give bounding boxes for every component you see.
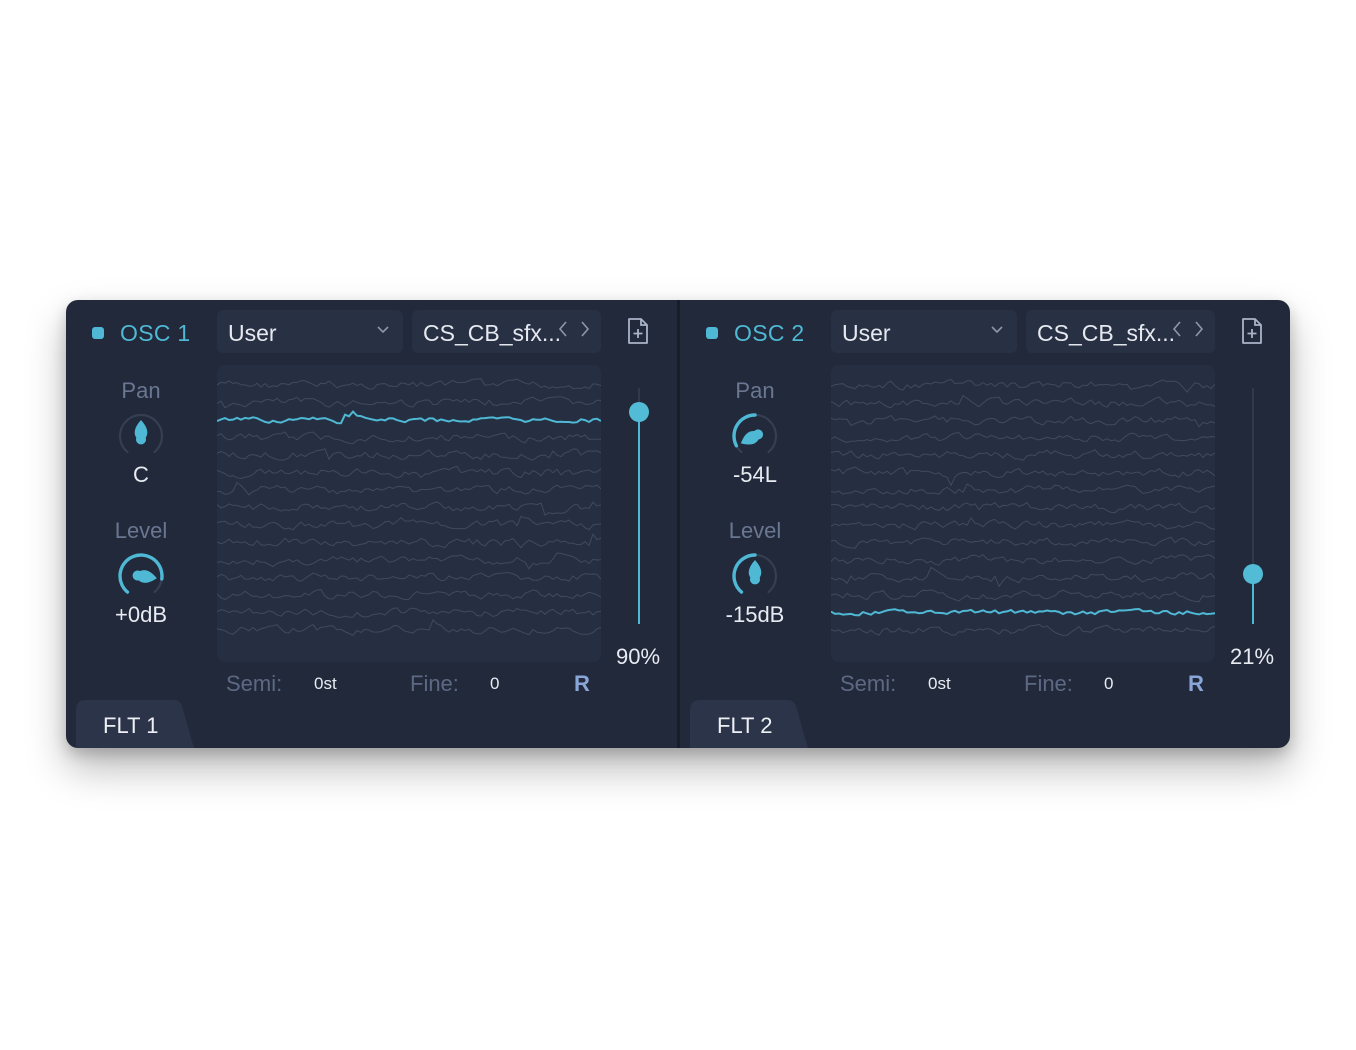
pan-label: Pan	[735, 378, 775, 403]
position-slider-thumb[interactable]	[629, 401, 649, 422]
fine-value[interactable]: 0	[490, 674, 499, 694]
chevron-right-icon	[581, 321, 590, 337]
pan-knob[interactable]	[727, 408, 783, 464]
waveform-frame	[831, 378, 1215, 393]
waveform-frame	[217, 533, 601, 549]
active-waveform-frame	[831, 607, 1215, 617]
tab-label: FLT 2	[717, 713, 773, 738]
wavetable-synth-panel: OSC 1 User CS_CB_sfx... Pan C Level +0dB	[66, 300, 1290, 748]
pan-knob[interactable]	[113, 408, 169, 464]
chevron-down-icon	[377, 326, 389, 334]
semi-label: Semi:	[840, 671, 897, 696]
wavetable-name: CS_CB_sfx...	[1037, 320, 1176, 346]
waveform-frame	[831, 414, 1215, 428]
active-waveform-frame	[217, 410, 601, 425]
power-icon[interactable]	[92, 327, 104, 339]
knob-pointer	[748, 560, 762, 585]
wavetable-type-value: User	[228, 320, 277, 346]
waveform-frame	[217, 589, 601, 601]
fine-value[interactable]: 0	[1104, 674, 1113, 694]
wavetable-type-dropdown[interactable]: User	[217, 310, 403, 353]
waveform-frame	[217, 552, 601, 570]
waveform-frame	[831, 432, 1215, 443]
waveform-frame	[217, 607, 601, 619]
waveform-frame	[217, 515, 601, 531]
fine-label: Fine:	[410, 671, 459, 696]
level-value: +0dB	[115, 602, 167, 627]
position-value: 21%	[1229, 644, 1275, 669]
level-knob[interactable]	[727, 548, 783, 604]
position-slider-thumb[interactable]	[1243, 564, 1263, 585]
level-knob[interactable]	[113, 548, 169, 604]
waveform-frame	[831, 483, 1215, 495]
waveform-frames	[217, 378, 601, 636]
wavetable-select-dropdown[interactable]: CS_CB_sfx...	[412, 310, 601, 353]
osc-title: OSC 2	[734, 320, 805, 346]
reset-button[interactable]: R	[574, 671, 590, 697]
add-file-icon[interactable]	[1240, 317, 1264, 345]
wavetable-nav-arrows[interactable]	[1171, 318, 1205, 340]
chevron-right-icon	[1195, 321, 1204, 337]
tab-filter[interactable]: FLT 1	[76, 700, 194, 748]
semi-value[interactable]: 0st	[928, 674, 951, 694]
waveform-frame	[831, 623, 1215, 636]
osc-2-section: OSC 2 User CS_CB_sfx... Pan -54L Level -…	[680, 300, 1290, 748]
osc-1-section: OSC 1 User CS_CB_sfx... Pan C Level +0dB	[66, 300, 680, 748]
knob-pointer	[740, 429, 764, 445]
osc-title: OSC 1	[120, 320, 191, 346]
wavetable-select-dropdown[interactable]: CS_CB_sfx...	[1026, 310, 1215, 353]
waveform-frame	[217, 572, 601, 582]
add-file-icon[interactable]	[626, 317, 650, 345]
wavetable-name: CS_CB_sfx...	[423, 320, 562, 346]
level-value: -15dB	[725, 602, 785, 627]
chevron-left-icon	[558, 321, 567, 337]
knob-pointer	[134, 420, 148, 445]
waveform-frame	[831, 566, 1215, 588]
wavetable-nav-arrows[interactable]	[557, 318, 591, 340]
chevron-left-icon	[1172, 321, 1181, 337]
waveform-frames	[831, 378, 1215, 636]
semi-value[interactable]: 0st	[314, 674, 337, 694]
waveform-frame	[831, 554, 1215, 566]
waveform-frame	[217, 481, 601, 496]
wavetable-display[interactable]	[831, 365, 1215, 662]
pan-value: -54L	[732, 462, 778, 487]
waveform-frame	[217, 378, 601, 390]
wavetable-type-dropdown[interactable]: User	[831, 310, 1017, 353]
level-label: Level	[728, 518, 782, 543]
waveform-frame	[831, 502, 1215, 514]
waveform-frame	[217, 619, 601, 636]
wavetable-display[interactable]	[217, 365, 601, 662]
waveform-frame	[831, 449, 1215, 461]
waveform-frame	[217, 501, 601, 516]
pan-value: C	[133, 462, 149, 487]
waveform-frame	[217, 448, 601, 461]
chevron-down-icon	[991, 326, 1003, 334]
knob-pointer	[132, 570, 157, 583]
waveform-frame	[831, 589, 1215, 603]
power-icon[interactable]	[706, 327, 718, 339]
level-label: Level	[114, 518, 168, 543]
waveform-frame	[831, 536, 1215, 549]
waveform-frame	[831, 394, 1215, 409]
waveform-frame	[831, 466, 1215, 487]
tab-filter[interactable]: FLT 2	[690, 700, 808, 748]
position-value: 90%	[615, 644, 661, 669]
semi-label: Semi:	[226, 671, 283, 696]
waveform-frame	[217, 396, 601, 409]
position-slider-fill	[638, 411, 640, 624]
waveform-frame	[217, 465, 601, 480]
fine-label: Fine:	[1024, 671, 1073, 696]
waveform-frame	[831, 516, 1215, 531]
wavetable-type-value: User	[842, 320, 891, 346]
waveform-frame	[217, 431, 601, 445]
reset-button[interactable]: R	[1188, 671, 1204, 697]
tab-label: FLT 1	[103, 713, 159, 738]
pan-label: Pan	[121, 378, 161, 403]
